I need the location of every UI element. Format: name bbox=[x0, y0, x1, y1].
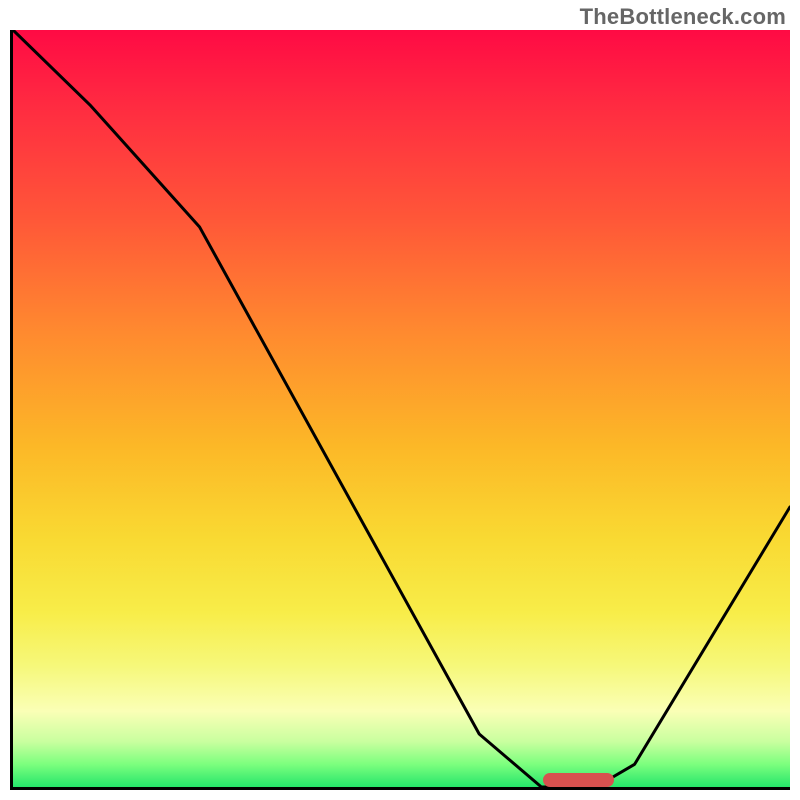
bottleneck-curve bbox=[13, 30, 790, 787]
plot-area bbox=[10, 30, 790, 790]
chart-frame: TheBottleneck.com bbox=[0, 0, 800, 800]
optimal-marker bbox=[543, 773, 613, 787]
watermark-text: TheBottleneck.com bbox=[580, 4, 786, 30]
